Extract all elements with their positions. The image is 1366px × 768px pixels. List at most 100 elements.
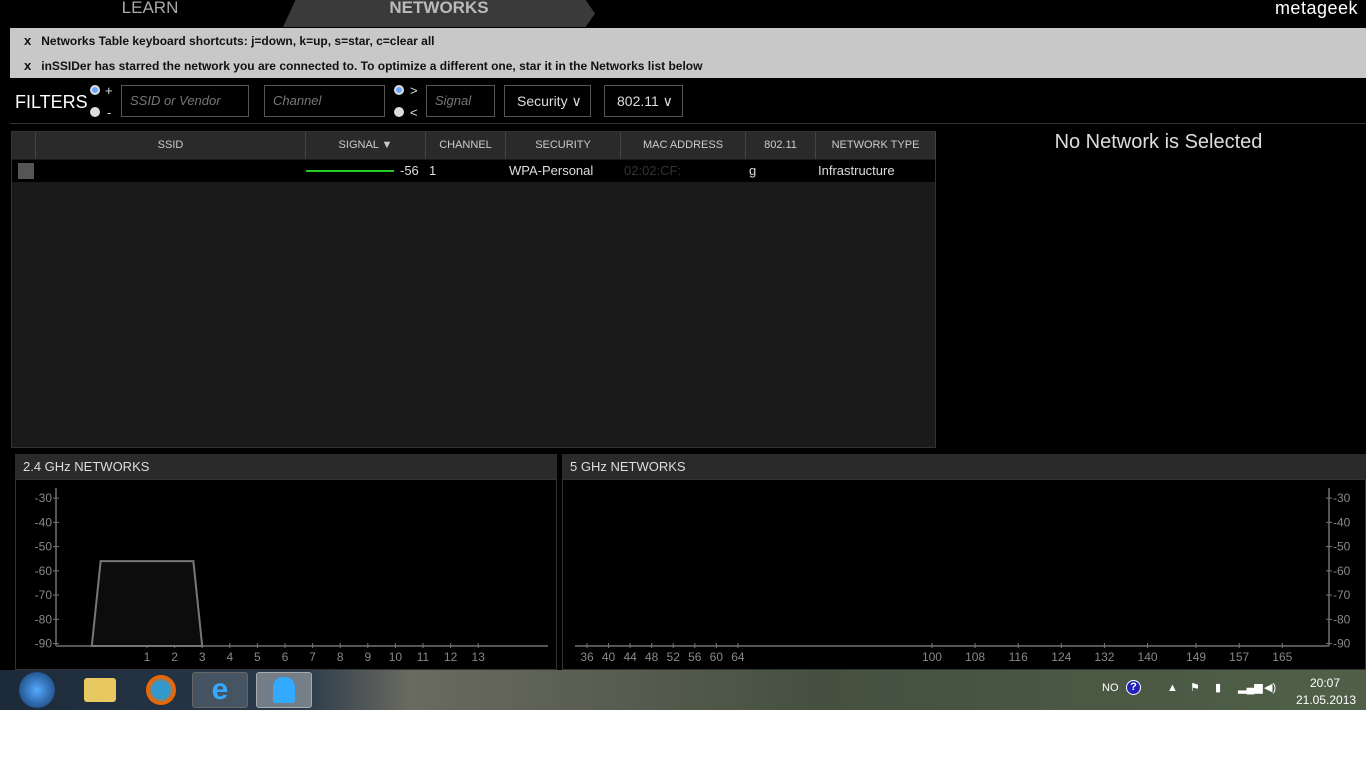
- inssider-taskbar-icon[interactable]: [256, 672, 312, 708]
- chart-5ghz: -30 -40 -50 -60 -70 -80 -90 36 40 44 48 52 56 60 64 100…: [562, 479, 1366, 670]
- mac-cell: 02:02:CF:: [624, 163, 682, 178]
- show-hidden-icons[interactable]: ▲: [1167, 682, 1178, 694]
- standard-dropdown[interactable]: 802.11 ∨: [604, 85, 683, 117]
- channel-cell: 1: [429, 163, 437, 178]
- language-indicator[interactable]: NO: [1102, 682, 1119, 694]
- taskbar: e NO ? ▲ ⚑ ▮ ▂▄▆ ◀) 20:07 21.05.2013: [0, 670, 1366, 710]
- x-tick-label: 40: [602, 650, 616, 664]
- filters-label: FILTERS: [15, 92, 88, 112]
- networks-table: SSID SIGNAL ▼ CHANNEL SECURITY MAC ADDRE…: [11, 131, 936, 448]
- y-tick-label: -30: [1333, 491, 1351, 505]
- column-channel[interactable]: CHANNEL: [426, 132, 506, 159]
- x-tick-label: 10: [389, 650, 403, 664]
- x-tick-label: 6: [282, 650, 289, 664]
- channel-filter-input[interactable]: Channel: [264, 85, 385, 117]
- x-tick-label: 8: [337, 650, 344, 664]
- star-checkbox[interactable]: [18, 163, 34, 179]
- signal-filter-input[interactable]: Signal: [426, 85, 495, 117]
- power-icon[interactable]: ▮: [1215, 681, 1221, 694]
- exclude-radio[interactable]: [90, 107, 100, 117]
- y-tick-label: -60: [1333, 564, 1351, 578]
- greater-radio[interactable]: [394, 85, 404, 95]
- x-tick-label: 56: [688, 650, 702, 664]
- x-tick-label: 149: [1186, 650, 1206, 664]
- network-signal-shape: [90, 560, 204, 647]
- close-notice-button[interactable]: x: [24, 58, 31, 73]
- close-notice-button[interactable]: x: [24, 33, 31, 48]
- volume-icon[interactable]: ◀): [1264, 681, 1276, 694]
- x-tick-label: 2: [171, 650, 178, 664]
- x-tick-label: 108: [965, 650, 985, 664]
- x-tick-label: 100: [922, 650, 942, 664]
- explorer-icon[interactable]: [72, 672, 128, 708]
- x-tick-label: 13: [472, 650, 486, 664]
- chevron-down-icon: ∨: [571, 93, 582, 109]
- include-radio[interactable]: [90, 85, 100, 95]
- x-tick-label: 5: [254, 650, 261, 664]
- y-tick-label: -30: [35, 491, 53, 505]
- x-tick-label: 48: [645, 650, 659, 664]
- column-mac[interactable]: MAC ADDRESS: [621, 132, 746, 159]
- x-tick-label: 4: [226, 650, 233, 664]
- x-tick-label: 116: [1009, 650, 1028, 664]
- start-button[interactable]: [10, 672, 64, 708]
- y-tick-label: -80: [1333, 612, 1351, 626]
- x-tick-label: 36: [580, 650, 594, 664]
- y-tick-label: -90: [35, 637, 53, 651]
- x-tick-label: 165: [1272, 650, 1292, 664]
- column-standard[interactable]: 802.11: [746, 132, 816, 159]
- y-tick-label: -70: [35, 588, 53, 602]
- action-center-flag-icon[interactable]: ⚑: [1190, 681, 1200, 694]
- standard-label: 802.11: [617, 93, 659, 109]
- x-tick-label: 12: [444, 650, 458, 664]
- signal-cell: -56: [400, 163, 419, 178]
- chart-24ghz: -30 -40 -50 -60 -70 -80 -90 1 2 3 4 5 6 7 8 9 10 11 12 13: [15, 479, 557, 670]
- column-security[interactable]: SECURITY: [506, 132, 621, 159]
- y-tick-label: -40: [35, 515, 53, 529]
- x-tick-label: 9: [364, 650, 371, 664]
- notice-text: inSSIDer has starred the network you are…: [41, 59, 703, 73]
- x-tick-label: 1: [144, 650, 151, 664]
- y-tick-label: -50: [1333, 540, 1351, 554]
- security-dropdown[interactable]: Security ∨: [504, 85, 591, 117]
- column-signal[interactable]: SIGNAL ▼: [306, 132, 426, 159]
- help-icon[interactable]: ?: [1126, 680, 1141, 695]
- x-tick-label: 157: [1229, 650, 1249, 664]
- x-tick-label: 44: [623, 650, 637, 664]
- minus-label: -: [107, 105, 112, 120]
- chart-24-title: 2.4 GHz NETWORKS: [15, 454, 557, 479]
- security-cell: WPA-Personal: [509, 163, 594, 178]
- y-tick-label: -60: [35, 564, 53, 578]
- x-tick-label: 140: [1138, 650, 1158, 664]
- column-ssid[interactable]: SSID: [36, 132, 306, 159]
- y-tick-label: -70: [1333, 588, 1351, 602]
- chart-5-title: 5 GHz NETWORKS: [562, 454, 1366, 479]
- table-row[interactable]: -56 1 WPA-Personal 02:02:CF: g Infrastru…: [12, 160, 935, 182]
- clock-date[interactable]: 21.05.2013: [1296, 693, 1356, 707]
- ssid-filter-input[interactable]: SSID or Vendor: [121, 85, 249, 117]
- y-tick-label: -90: [1333, 637, 1351, 651]
- inssider-app: LEARN NETWORKS metageek x Networks Table …: [0, 0, 1366, 670]
- tab-learn[interactable]: LEARN: [40, 0, 260, 27]
- details-empty-message: No Network is Selected: [1054, 131, 1263, 153]
- standard-cell: g: [749, 163, 757, 178]
- tab-networks[interactable]: NETWORKS: [283, 0, 595, 27]
- notice-shortcuts: x Networks Table keyboard shortcuts: j=do…: [10, 28, 1366, 53]
- y-tick-label: -50: [35, 540, 53, 554]
- network-type-cell: Infrastructure: [818, 163, 895, 178]
- firefox-icon[interactable]: [133, 672, 189, 708]
- x-tick-label: 132: [1094, 650, 1114, 664]
- less-radio[interactable]: [394, 107, 404, 117]
- x-tick-label: 7: [309, 650, 316, 664]
- gt-label: >: [410, 83, 418, 98]
- plus-label: +: [105, 83, 113, 98]
- notice-text: Networks Table keyboard shortcuts: j=dow…: [41, 34, 435, 48]
- clock-time[interactable]: 20:07: [1310, 676, 1340, 690]
- star-column-header: [12, 132, 36, 159]
- x-tick-label: 3: [199, 650, 206, 664]
- internet-explorer-icon[interactable]: e: [192, 672, 248, 708]
- y-tick-label: -40: [1333, 515, 1351, 529]
- network-signal-icon[interactable]: ▂▄▆: [1238, 681, 1263, 694]
- security-label: Security: [517, 93, 568, 109]
- column-network-type[interactable]: NETWORK TYPE: [816, 132, 936, 159]
